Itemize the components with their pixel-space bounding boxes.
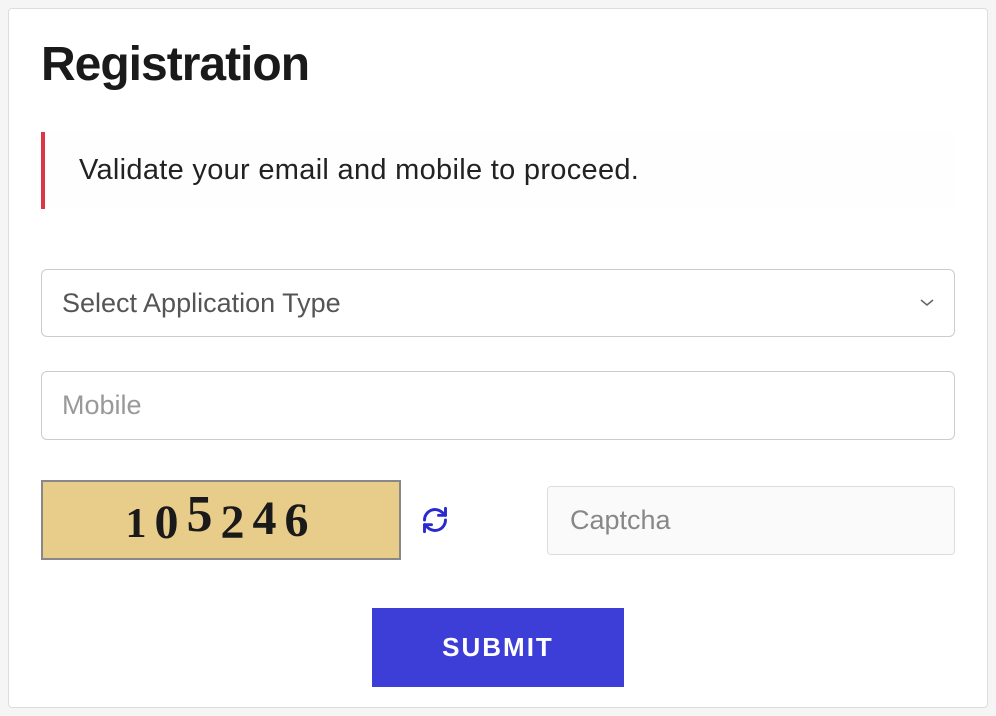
registration-card: Registration Validate your email and mob… [8,8,988,708]
submit-row: SUBMIT [41,608,955,687]
captcha-image: 105246 [41,480,401,560]
alert-message: Validate your email and mobile to procee… [79,154,921,187]
validation-alert: Validate your email and mobile to procee… [41,132,955,209]
page-title: Registration [41,37,955,92]
application-type-select[interactable]: Select Application Type [41,269,955,337]
captcha-refresh-icon[interactable] [419,504,451,536]
mobile-input[interactable] [41,371,955,440]
submit-button[interactable]: SUBMIT [372,608,624,687]
captcha-row: 105246 [41,480,955,560]
captcha-input[interactable] [547,486,955,555]
